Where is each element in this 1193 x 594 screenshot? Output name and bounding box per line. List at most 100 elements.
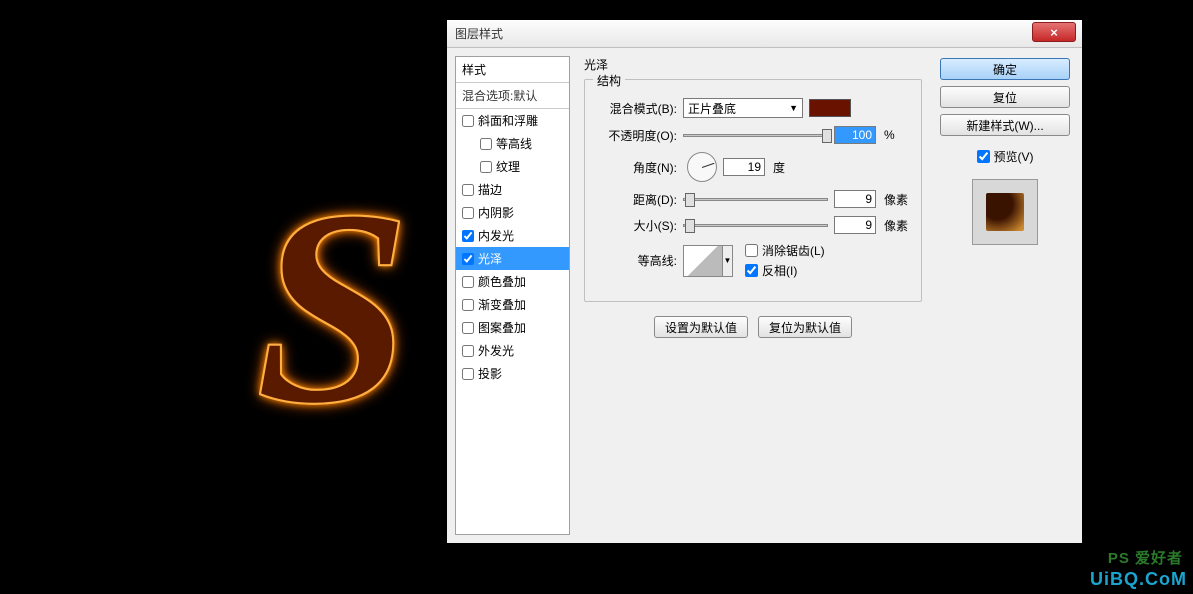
style-outer-glow[interactable]: 外发光 [456,339,569,362]
invert-checkbox[interactable] [745,264,758,277]
style-label: 光泽 [478,250,502,267]
checkbox[interactable] [462,253,474,265]
set-default-button[interactable]: 设置为默认值 [654,316,748,338]
style-texture[interactable]: 纹理 [456,155,569,178]
antialias-checkbox-row[interactable]: 消除锯齿(L) [745,242,825,259]
style-label: 外发光 [478,342,514,359]
titlebar[interactable]: 图层样式 × [447,20,1082,48]
cancel-button[interactable]: 复位 [940,86,1070,108]
select-value: 正片叠底 [688,100,736,117]
checkbox[interactable] [462,322,474,334]
checkbox[interactable] [462,345,474,357]
checkbox[interactable] [480,138,492,150]
angle-label: 角度(N): [597,159,677,176]
dialog-body: 样式 混合选项:默认 斜面和浮雕 等高线 纹理 描边 内阴影 [447,48,1082,543]
contour-row: 等高线: ▼ 消除锯齿(L) 反相(I) [597,242,909,279]
preview-label: 预览(V) [994,148,1034,165]
style-label: 纹理 [496,158,520,175]
close-button[interactable]: × [1032,22,1076,42]
dialog-title: 图层样式 [455,25,503,42]
checkbox[interactable] [462,207,474,219]
preview-checkbox[interactable] [977,150,990,163]
style-inner-glow[interactable]: 内发光 [456,224,569,247]
blend-mode-select[interactable]: 正片叠底 ▼ [683,98,803,118]
watermark-line2: UiBQ.CoM [1090,569,1187,590]
size-slider[interactable] [683,224,828,227]
structure-group: 结构 混合模式(B): 正片叠底 ▼ 不透明度(O): % [584,79,922,302]
blend-options-row[interactable]: 混合选项:默认 [456,83,569,109]
checkbox[interactable] [480,161,492,173]
antialias-checkbox[interactable] [745,244,758,257]
settings-panel: 光泽 结构 混合模式(B): 正片叠底 ▼ 不透明度(O): [574,56,932,535]
style-label: 渐变叠加 [478,296,526,313]
group-legend: 结构 [593,72,625,89]
style-bevel-emboss[interactable]: 斜面和浮雕 [456,109,569,132]
opacity-unit: % [884,128,895,142]
contour-thumbnail[interactable] [683,245,723,277]
style-label: 图案叠加 [478,319,526,336]
blend-mode-label: 混合模式(B): [597,100,677,117]
antialias-label: 消除锯齿(L) [762,242,825,259]
opacity-input[interactable] [834,126,876,144]
style-label: 内发光 [478,227,514,244]
angle-dial[interactable] [687,152,717,182]
style-label: 投影 [478,365,502,382]
opacity-slider[interactable] [683,134,828,137]
preview-checkbox-row[interactable]: 预览(V) [977,148,1034,165]
angle-input[interactable] [723,158,765,176]
style-label: 等高线 [496,135,532,152]
style-contour[interactable]: 等高线 [456,132,569,155]
style-label: 颜色叠加 [478,273,526,290]
invert-label: 反相(I) [762,262,797,279]
distance-label: 距离(D): [597,191,677,208]
style-color-overlay[interactable]: 颜色叠加 [456,270,569,293]
preview-thumbnail [986,193,1024,231]
size-unit: 像素 [884,217,908,234]
slider-thumb[interactable] [685,193,695,207]
size-row: 大小(S): 像素 [597,216,909,234]
checkbox[interactable] [462,368,474,380]
preview-box [972,179,1038,245]
distance-slider[interactable] [683,198,828,201]
styles-panel: 样式 混合选项:默认 斜面和浮雕 等高线 纹理 描边 内阴影 [455,56,570,535]
size-input[interactable] [834,216,876,234]
angle-unit: 度 [773,159,785,176]
checkbox[interactable] [462,299,474,311]
style-stroke[interactable]: 描边 [456,178,569,201]
angle-indicator [702,163,715,168]
slider-thumb[interactable] [685,219,695,233]
style-label: 内阴影 [478,204,514,221]
opacity-row: 不透明度(O): % [597,126,909,144]
layer-style-dialog: 图层样式 × 样式 混合选项:默认 斜面和浮雕 等高线 纹理 描边 [446,19,1083,544]
opacity-label: 不透明度(O): [597,127,677,144]
size-label: 大小(S): [597,217,677,234]
styles-header[interactable]: 样式 [456,57,569,83]
checkbox[interactable] [462,276,474,288]
new-style-button[interactable]: 新建样式(W)... [940,114,1070,136]
style-inner-shadow[interactable]: 内阴影 [456,201,569,224]
reset-default-button[interactable]: 复位为默认值 [758,316,852,338]
distance-row: 距离(D): 像素 [597,190,909,208]
checkbox[interactable] [462,184,474,196]
style-satin[interactable]: 光泽 [456,247,569,270]
default-buttons: 设置为默认值 复位为默认值 [584,316,922,338]
style-pattern-overlay[interactable]: 图案叠加 [456,316,569,339]
invert-checkbox-row[interactable]: 反相(I) [745,262,825,279]
section-title: 光泽 [584,56,922,75]
blend-mode-row: 混合模式(B): 正片叠底 ▼ [597,98,909,118]
slider-thumb[interactable] [822,129,832,143]
contour-picker[interactable]: ▼ [683,245,733,277]
color-swatch[interactable] [809,99,851,117]
checkbox[interactable] [462,115,474,127]
canvas-letter: S [255,145,411,468]
style-gradient-overlay[interactable]: 渐变叠加 [456,293,569,316]
contour-label: 等高线: [597,252,677,269]
checkbox[interactable] [462,230,474,242]
style-drop-shadow[interactable]: 投影 [456,362,569,385]
distance-input[interactable] [834,190,876,208]
watermark-line1: PS 爱好者 [1108,547,1183,568]
ok-button[interactable]: 确定 [940,58,1070,80]
chevron-down-icon[interactable]: ▼ [723,245,733,277]
style-label: 描边 [478,181,502,198]
chevron-down-icon: ▼ [789,103,798,113]
